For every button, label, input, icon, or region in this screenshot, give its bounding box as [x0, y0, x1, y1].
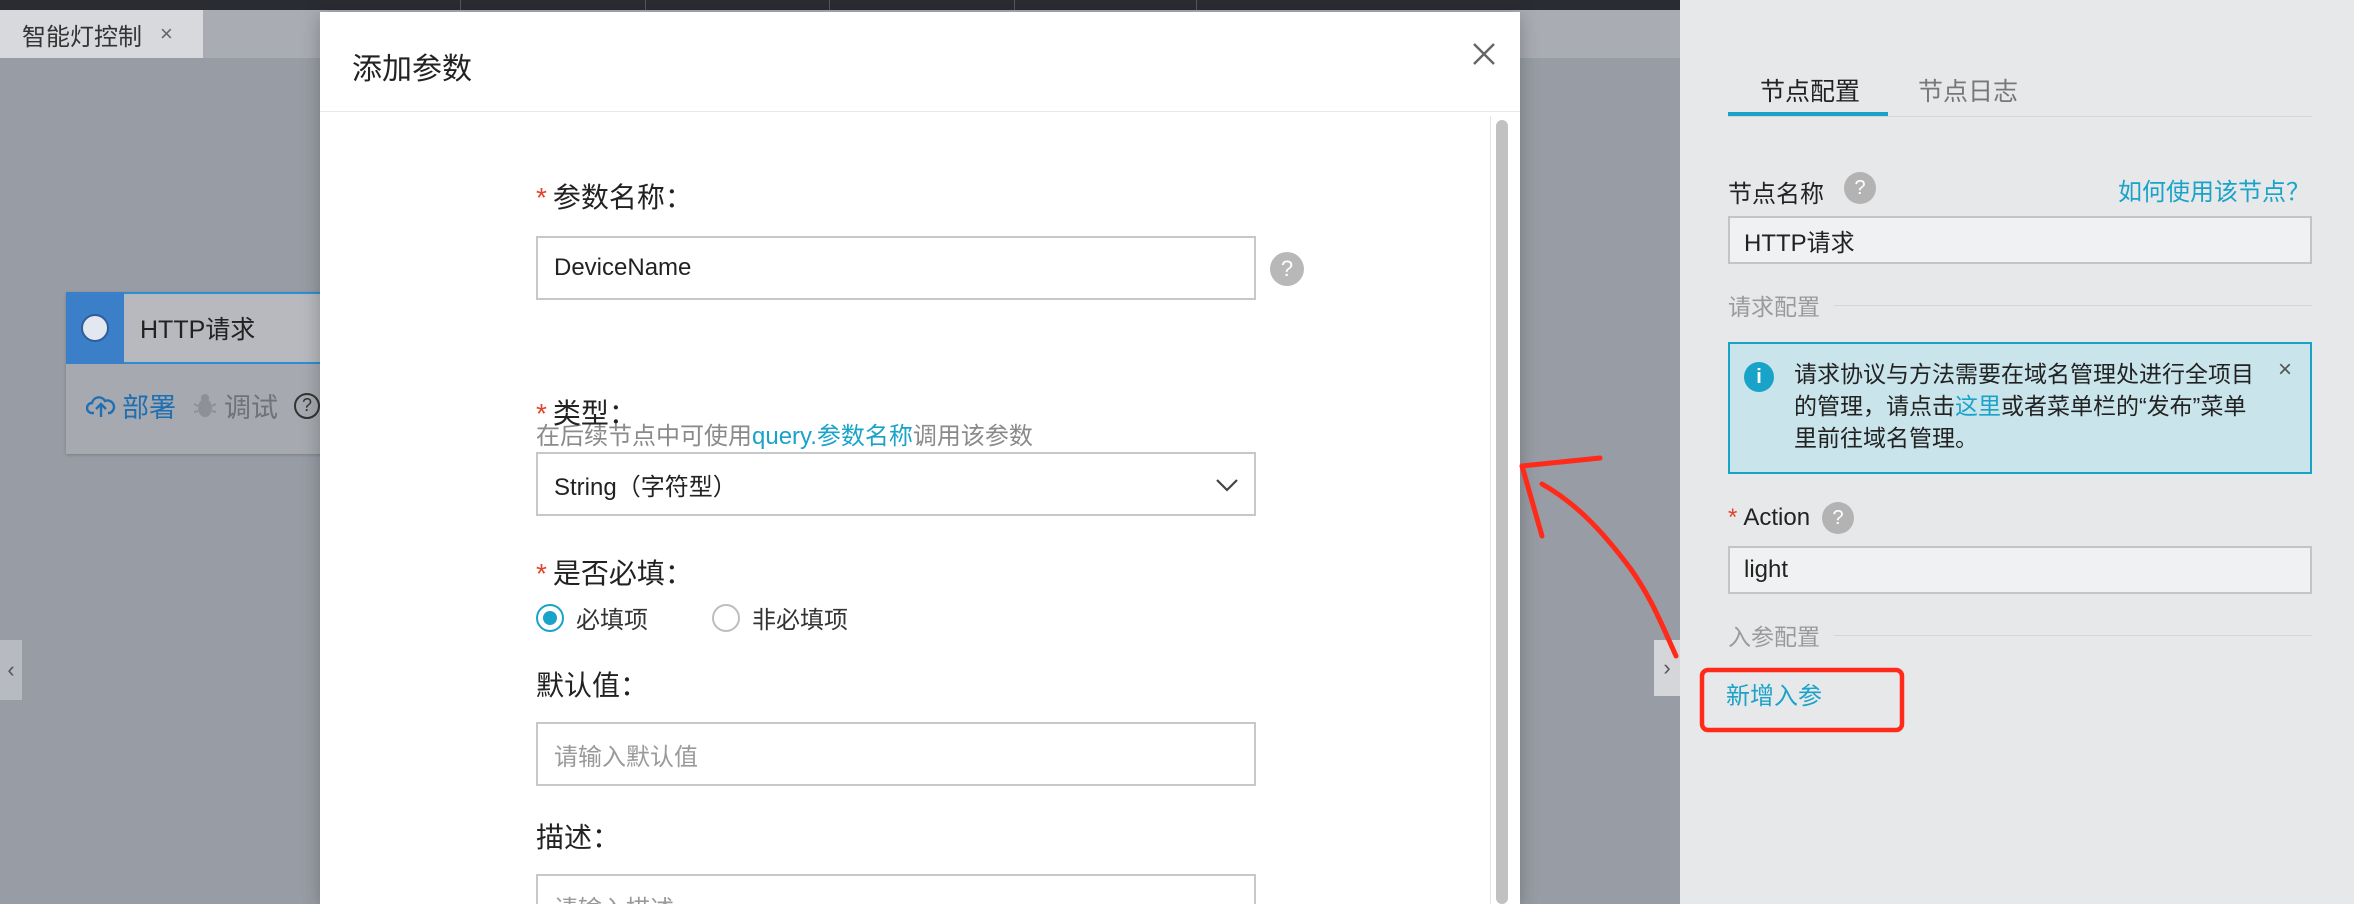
node-title: HTTP请求: [140, 316, 256, 344]
node-type-icon: [66, 292, 124, 364]
section-divider: [1834, 634, 2312, 636]
info-text: 请求协议与方法需要在域名管理处进行全项目的管理，请点击这里或者菜单栏的“发布”菜…: [1794, 358, 2264, 454]
bug-icon: [193, 393, 217, 417]
param-name-label: * 参数名称：: [536, 176, 693, 216]
dialog-title: 添加参数: [352, 53, 472, 86]
add-parameter-dialog: 添加参数 * 参数名称： DeviceName ? 在后续节点中可使用query.…: [320, 12, 1520, 904]
description-label: 描述：: [536, 822, 621, 853]
tab-divider: [1728, 116, 2312, 117]
description-input[interactable]: 请输入描述: [536, 874, 1256, 904]
required-label-text: 是否必填：: [552, 558, 693, 589]
tab-close-icon[interactable]: ×: [160, 21, 173, 47]
http-request-node[interactable]: HTTP请求 部署 调试 ?: [66, 292, 346, 454]
dialog-header: 添加参数: [320, 12, 1520, 112]
input-config-section: 入参配置: [1728, 618, 2312, 652]
request-config-title: 请求配置: [1728, 294, 1820, 320]
add-input-param-link[interactable]: 新增入参: [1726, 676, 1822, 711]
info-here-link[interactable]: 这里: [1955, 393, 2001, 419]
type-select[interactable]: String（字符型）: [536, 452, 1256, 516]
node-help-icon[interactable]: ?: [294, 392, 320, 419]
tab-node-log[interactable]: 节点日志: [1918, 72, 2018, 108]
top-strip-divider: [1196, 0, 1197, 10]
radio-optional-label[interactable]: 非必填项: [752, 600, 848, 635]
type-select-value: String（字符型）: [554, 473, 737, 501]
upload-cloud-icon: [86, 395, 116, 417]
param-name-help-icon[interactable]: ?: [1270, 252, 1304, 286]
top-strip-divider: [1014, 0, 1015, 10]
request-config-section: 请求配置: [1728, 288, 2312, 322]
action-help-icon[interactable]: ?: [1822, 502, 1854, 534]
top-strip-divider: [645, 0, 646, 10]
domain-info-alert: i 请求协议与方法需要在域名管理处进行全项目的管理，请点击这里或者菜单栏的“发布…: [1728, 342, 2312, 474]
required-mark: *: [536, 398, 547, 429]
param-name-label-text: 参数名称：: [552, 182, 693, 213]
default-value-label: 默认值：: [536, 670, 649, 701]
deploy-button[interactable]: 部署: [86, 386, 176, 425]
collapse-left-handle[interactable]: ‹: [0, 640, 22, 700]
dialog-body: * 参数名称： DeviceName ? 在后续节点中可使用query.参数名称调…: [320, 112, 1520, 904]
node-name-label: 节点名称: [1728, 181, 1824, 208]
required-mark: *: [536, 182, 547, 213]
dialog-scrollbar-thumb[interactable]: [1496, 120, 1508, 904]
param-name-input[interactable]: DeviceName: [536, 236, 1256, 300]
top-strip-divider: [460, 0, 461, 10]
node-actions: 部署 调试 ?: [86, 386, 320, 425]
action-label: * Action: [1728, 504, 1810, 532]
required-label: * 是否必填：: [536, 552, 693, 592]
input-config-title: 入参配置: [1728, 624, 1820, 650]
debug-button[interactable]: 调试: [192, 386, 278, 425]
top-strip-divider: [829, 0, 830, 10]
chevron-down-icon: [1216, 479, 1238, 492]
deploy-label: 部署: [122, 393, 176, 423]
tab-smart-light-control[interactable]: 智能灯控制 ×: [0, 10, 203, 58]
action-label-text: Action: [1743, 504, 1811, 531]
type-label: * 类型：: [536, 392, 637, 432]
node-header[interactable]: HTTP请求: [66, 292, 346, 364]
how-to-use-link[interactable]: 如何使用该节点？: [2118, 172, 2310, 207]
close-icon[interactable]: [1466, 36, 1502, 72]
action-input[interactable]: light: [1728, 546, 2312, 594]
node-name-help-icon[interactable]: ?: [1844, 172, 1876, 204]
radio-required[interactable]: [536, 603, 564, 632]
tab-title: 智能灯控制: [22, 23, 142, 51]
tab-node-config[interactable]: 节点配置: [1760, 72, 1860, 108]
required-radio-group: 必填项 非必填项: [536, 600, 848, 635]
hint-highlight: query.参数名称: [752, 423, 913, 450]
type-label-text: 类型：: [552, 398, 637, 429]
debug-label: 调试: [224, 393, 278, 423]
alert-close-icon[interactable]: ×: [2278, 356, 2292, 384]
default-value-input[interactable]: 请输入默认值: [536, 722, 1256, 786]
collapse-right-handle[interactable]: ›: [1654, 640, 1680, 696]
required-mark: *: [536, 558, 547, 589]
radio-optional[interactable]: [712, 603, 740, 632]
node-name-input[interactable]: HTTP请求: [1728, 216, 2312, 264]
hint-suffix: 调用该参数: [912, 423, 1033, 450]
active-tab-indicator: [1728, 112, 1888, 116]
required-mark: *: [1728, 504, 1738, 531]
node-config-panel: 节点配置 节点日志 节点名称 ? 如何使用该节点？ HTTP请求 请求配置 i …: [1680, 0, 2354, 904]
section-divider: [1834, 304, 2312, 306]
info-icon: i: [1744, 362, 1774, 392]
node-icon-dot: [81, 314, 109, 342]
radio-required-label[interactable]: 必填项: [576, 600, 648, 635]
